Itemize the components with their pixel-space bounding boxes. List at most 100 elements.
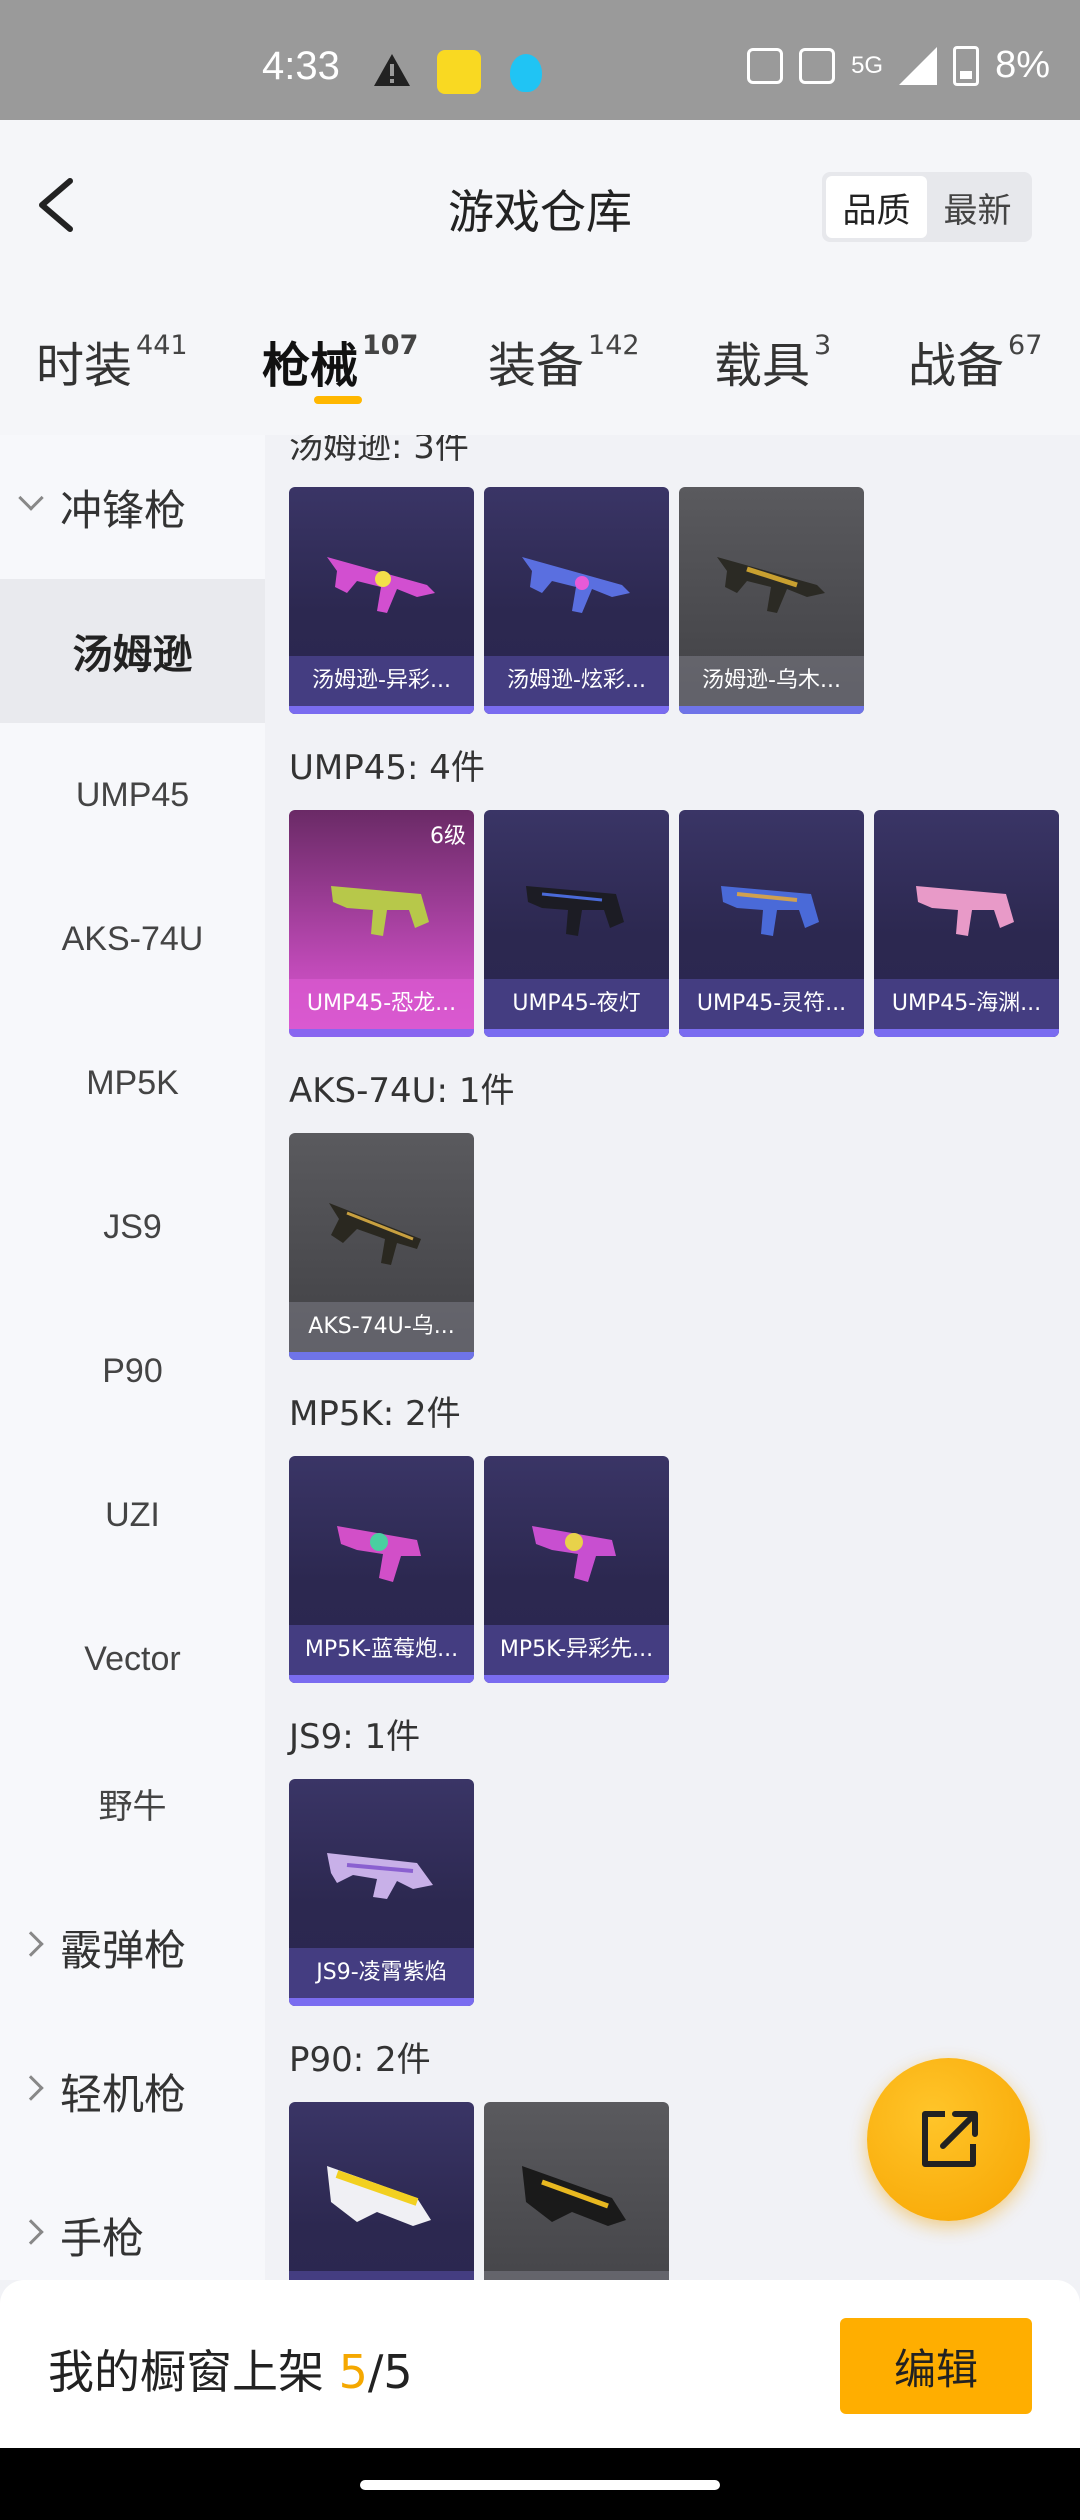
showcase-label: 我的橱窗上架 5/5 — [48, 2336, 413, 2402]
sidebar-group-shotgun[interactable]: 霰弹枪 — [0, 1875, 265, 2019]
tab-label: 时装 — [36, 338, 133, 394]
header: 游戏仓库 品质 最新 — [0, 120, 1080, 290]
sidebar-item-label: 手枪 — [60, 2213, 145, 2263]
tab-count: 107 — [362, 330, 419, 361]
tab-fashion[interactable]: 时装 441 — [36, 326, 188, 396]
level-badge: 6级 — [430, 824, 466, 849]
sidebar-item-vector[interactable]: Vector — [0, 1587, 265, 1731]
weapon-skin-image — [329, 1203, 421, 1265]
item-card[interactable]: MP5K-蓝莓炮... — [289, 1456, 474, 1683]
sidebar-item-thompson[interactable]: 汤姆逊 — [0, 579, 265, 723]
item-card[interactable]: MP5K-异彩先... — [484, 1456, 669, 1683]
system-nav-bar — [0, 2448, 1080, 2520]
showcase-bar: 我的橱窗上架 5/5 编辑 — [0, 2280, 1080, 2448]
item-name: MP5K-异彩先... — [484, 1625, 669, 1675]
showcase-text: 我的橱窗上架 — [48, 2345, 324, 2399]
sidebar-item-ump45[interactable]: UMP45 — [0, 723, 265, 867]
sidebar: 冲锋枪 汤姆逊 UMP45 AKS-74U MP5K JS9 P90 UZI V… — [0, 435, 265, 2280]
item-card[interactable]: JS9-凌霄紫焰 — [289, 1779, 474, 2006]
status-right: 5G 8% — [747, 44, 1050, 87]
weapon-skin-image — [522, 2166, 626, 2226]
chevron-right-icon — [18, 2075, 44, 2101]
weapon-skin-image — [327, 1853, 433, 1899]
rarity-bar — [484, 706, 669, 714]
sidebar-item-mp5k[interactable]: MP5K — [0, 1011, 265, 1155]
showcase-current-count: 5 — [338, 2345, 368, 2399]
sidebar-item-aks74u[interactable]: AKS-74U — [0, 867, 265, 1011]
rarity-bar — [289, 1998, 474, 2006]
sidebar-item-uzi[interactable]: UZI — [0, 1443, 265, 1587]
rarity-bar — [289, 1029, 474, 1037]
sidebar-item-js9[interactable]: JS9 — [0, 1155, 265, 1299]
weapon-skin-image — [916, 886, 1014, 936]
sort-newest-button[interactable]: 最新 — [927, 176, 1028, 238]
item-name: JS9-凌霄紫焰 — [289, 1948, 474, 1998]
sidebar-item-bizon[interactable]: 野牛 — [0, 1731, 265, 1875]
tab-supplies[interactable]: 战备 67 — [908, 326, 1042, 396]
item-card[interactable]: 汤姆逊-炫彩... — [484, 487, 669, 714]
item-card[interactable]: 6级 UMP45-恐龙... — [289, 810, 474, 1037]
home-gesture-handle[interactable] — [360, 2480, 720, 2490]
edit-button[interactable]: 编辑 — [840, 2318, 1032, 2414]
tab-label: 载具 — [714, 338, 811, 394]
inventory-list[interactable]: 汤姆逊: 3件 汤姆逊-异彩... 汤姆逊-炫彩... 汤姆逊-乌木... UM… — [265, 435, 1080, 2280]
rarity-bar — [874, 1029, 1059, 1037]
status-time: 4:33 — [262, 44, 340, 88]
item-name: 汤姆逊-异彩... — [289, 656, 474, 706]
weapon-skin-image — [717, 557, 825, 613]
item-name: UMP45-海渊... — [874, 979, 1059, 1029]
active-tab-indicator — [314, 396, 362, 404]
tab-label: 战备 — [908, 338, 1005, 394]
item-card[interactable]: AKS-74U-乌... — [289, 1133, 474, 1360]
sidebar-item-p90[interactable]: P90 — [0, 1299, 265, 1443]
sort-quality-button[interactable]: 品质 — [826, 176, 927, 238]
tab-count: 67 — [1008, 330, 1043, 361]
item-card[interactable]: 汤姆逊-乌木... — [679, 487, 864, 714]
item-name — [289, 2271, 474, 2280]
section-title: JS9: 1件 — [289, 1717, 421, 1757]
item-card[interactable] — [484, 2102, 669, 2280]
network-type: 5G — [851, 51, 884, 79]
tab-count: 441 — [136, 330, 188, 361]
weapon-skin-image — [337, 1526, 421, 1582]
item-card[interactable]: UMP45-灵符... — [679, 810, 864, 1037]
section-title: 汤姆逊: 3件 — [289, 435, 469, 467]
sidebar-group-lmg[interactable]: 轻机枪 — [0, 2019, 265, 2163]
tab-label: 枪械 — [262, 338, 359, 394]
sidebar-group-smg[interactable]: 冲锋枪 — [0, 435, 265, 579]
sidebar-item-label: 冲锋枪 — [60, 485, 187, 535]
sidebar-item-label: 轻机枪 — [60, 2069, 187, 2119]
battery-level: 8% — [995, 44, 1050, 86]
tab-vehicles[interactable]: 载具 3 — [714, 326, 831, 396]
section-title: P90: 2件 — [289, 2040, 431, 2080]
vibrate-icon — [747, 47, 784, 84]
chevron-right-icon — [18, 2219, 44, 2245]
signal-icon — [899, 46, 938, 85]
qq-notification-icon — [510, 54, 542, 92]
rarity-bar — [484, 1675, 669, 1683]
section-title: AKS-74U: 1件 — [289, 1071, 515, 1111]
chevron-down-icon — [18, 485, 44, 511]
section-title: MP5K: 2件 — [289, 1394, 461, 1434]
tab-count: 142 — [588, 330, 640, 361]
app-notification-icon — [437, 50, 481, 94]
rarity-bar — [289, 706, 474, 714]
showcase-total-count: /5 — [367, 2345, 413, 2399]
battery-icon — [953, 45, 980, 86]
tab-firearms[interactable]: 枪械 107 — [262, 326, 418, 396]
tab-count: 3 — [814, 330, 832, 361]
share-fab-button[interactable] — [867, 2058, 1030, 2221]
sidebar-item-label: 霰弹枪 — [60, 1925, 187, 1975]
chevron-right-icon — [18, 1931, 44, 1957]
item-name: UMP45-夜灯 — [484, 979, 669, 1029]
tab-equipment[interactable]: 装备 142 — [488, 326, 640, 396]
item-name — [484, 2271, 669, 2280]
weapon-skin-image — [721, 886, 819, 936]
item-name: AKS-74U-乌... — [289, 1302, 474, 1352]
item-card[interactable] — [289, 2102, 474, 2280]
item-card[interactable]: 汤姆逊-异彩... — [289, 487, 474, 714]
item-card[interactable]: UMP45-海渊... — [874, 810, 1059, 1037]
item-card[interactable]: UMP45-夜灯 — [484, 810, 669, 1037]
status-bar: 4:33 5G 8% — [0, 0, 1080, 120]
weapon-skin-image — [331, 886, 429, 936]
